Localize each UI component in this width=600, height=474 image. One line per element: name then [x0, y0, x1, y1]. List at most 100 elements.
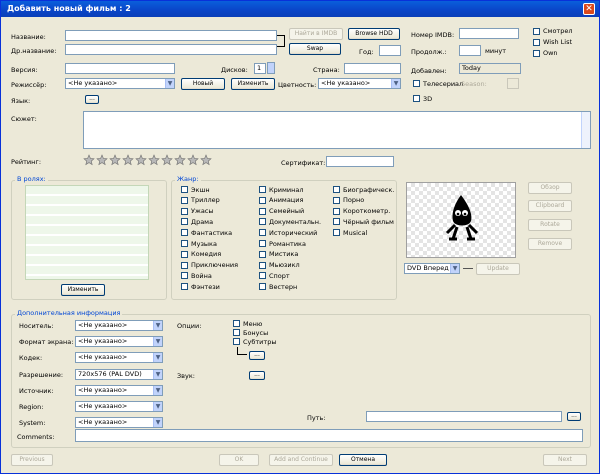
- extra-field-select[interactable]: <Не указано> ▼: [75, 401, 163, 412]
- comments-input[interactable]: [75, 429, 583, 442]
- genre-checkbox[interactable]: [333, 186, 340, 193]
- duration-input[interactable]: [459, 45, 481, 56]
- genre-checkbox[interactable]: [259, 283, 266, 291]
- star-icon[interactable]: [109, 154, 121, 166]
- browse-hdd-button[interactable]: Browse HDD: [348, 28, 400, 40]
- extra-field-select[interactable]: <Не указано> ▼: [75, 352, 163, 364]
- genre-checkbox[interactable]: [259, 207, 266, 215]
- genre-checkbox[interactable]: [333, 229, 340, 237]
- orig-title-input[interactable]: [65, 44, 277, 55]
- genre-checkbox[interactable]: [181, 250, 188, 258]
- lang-more-button[interactable]: ...: [85, 95, 99, 104]
- plot-textarea[interactable]: [83, 111, 591, 149]
- season-input[interactable]: [507, 78, 519, 89]
- color-select[interactable]: <Не указано> ▼: [318, 78, 401, 89]
- chevron-down-icon[interactable]: ▼: [153, 337, 162, 347]
- director-select[interactable]: <Не указано> ▼: [65, 78, 175, 89]
- star-icon[interactable]: [83, 154, 95, 166]
- genre-checkbox[interactable]: [181, 272, 188, 280]
- rating-stars[interactable]: [83, 154, 212, 166]
- year-input[interactable]: [379, 45, 401, 56]
- title-input[interactable]: [65, 30, 277, 41]
- star-icon[interactable]: [161, 154, 173, 166]
- ok-button[interactable]: OK: [219, 454, 259, 466]
- close-icon[interactable]: ✕: [583, 3, 595, 15]
- genre-checkbox[interactable]: [181, 283, 188, 291]
- chevron-down-icon[interactable]: ▼: [153, 369, 162, 379]
- genre-checkbox[interactable]: [181, 240, 188, 247]
- genre-checkbox[interactable]: [333, 207, 340, 215]
- option-menu-checkbox[interactable]: [233, 320, 240, 327]
- chevron-down-icon[interactable]: ▼: [165, 79, 174, 88]
- version-input[interactable]: [65, 63, 175, 74]
- roles-list[interactable]: [25, 185, 149, 280]
- genre-checkbox[interactable]: [333, 218, 340, 226]
- sound-more-button[interactable]: ...: [249, 371, 265, 380]
- extra-field-select[interactable]: <Не указано> ▼: [75, 336, 163, 348]
- chevron-down-icon[interactable]: ▼: [153, 353, 162, 363]
- genre-checkbox[interactable]: [259, 186, 266, 193]
- genre-checkbox[interactable]: [259, 196, 266, 204]
- new-director-button[interactable]: Новый: [181, 78, 225, 90]
- plot-scrollbar[interactable]: [581, 112, 590, 148]
- cancel-button[interactable]: Отмена: [339, 454, 387, 466]
- path-browse-button[interactable]: ...: [567, 412, 581, 421]
- chevron-down-icon[interactable]: ▼: [450, 264, 459, 273]
- genre-checkbox[interactable]: [259, 218, 266, 226]
- star-icon[interactable]: [187, 154, 199, 166]
- clipboard-button[interactable]: Clipboard: [528, 200, 572, 212]
- wishlist-checkbox[interactable]: [533, 39, 540, 46]
- genre-checkbox[interactable]: [181, 196, 188, 204]
- country-input[interactable]: [344, 63, 401, 74]
- roles-change-button[interactable]: Изменить: [61, 284, 105, 296]
- genre-checkbox[interactable]: [259, 272, 266, 280]
- change-director-button[interactable]: Изменить: [231, 78, 275, 90]
- chevron-down-icon[interactable]: ▼: [153, 418, 162, 428]
- discs-spinner[interactable]: [267, 62, 275, 74]
- chevron-down-icon[interactable]: ▼: [391, 79, 400, 88]
- discs-input[interactable]: 1: [254, 63, 266, 74]
- genre-checkbox[interactable]: [181, 229, 188, 237]
- path-input[interactable]: [366, 411, 562, 422]
- next-button[interactable]: Next: [543, 454, 587, 466]
- previous-button[interactable]: Previous: [11, 454, 53, 466]
- tvseries-checkbox[interactable]: [413, 80, 420, 87]
- chevron-down-icon[interactable]: ▼: [153, 321, 162, 330]
- cover-image[interactable]: [406, 182, 516, 258]
- star-icon[interactable]: [148, 154, 160, 166]
- option-subtitles-checkbox[interactable]: [233, 338, 240, 345]
- own-checkbox[interactable]: [533, 50, 540, 57]
- genre-checkbox[interactable]: [259, 250, 266, 258]
- watched-checkbox[interactable]: [533, 28, 540, 35]
- star-icon[interactable]: [200, 154, 212, 166]
- remove-image-button[interactable]: Remove: [528, 238, 572, 250]
- image-source-select[interactable]: DVD Вперед ▼: [404, 263, 460, 274]
- browse-image-button[interactable]: Обзор: [528, 182, 572, 194]
- imdb-search-button[interactable]: Найти в IMDB: [289, 28, 343, 40]
- update-image-button[interactable]: Update: [476, 263, 520, 275]
- genre-checkbox[interactable]: [181, 207, 188, 215]
- star-icon[interactable]: [174, 154, 186, 166]
- genre-checkbox[interactable]: [333, 196, 340, 204]
- star-icon[interactable]: [135, 154, 147, 166]
- extra-field-select[interactable]: <Не указано> ▼: [75, 320, 163, 331]
- option-bonus-checkbox[interactable]: [233, 329, 240, 336]
- rotate-button[interactable]: Rotate: [528, 219, 572, 231]
- star-icon[interactable]: [122, 154, 134, 166]
- certificate-input[interactable]: [326, 156, 394, 167]
- add-continue-button[interactable]: Add and Continue: [269, 454, 333, 466]
- chevron-down-icon[interactable]: ▼: [153, 385, 162, 395]
- genre-checkbox[interactable]: [181, 218, 188, 226]
- genre-checkbox[interactable]: [181, 261, 188, 269]
- chevron-down-icon[interactable]: ▼: [153, 402, 162, 411]
- subtitles-more-button[interactable]: ...: [249, 351, 265, 360]
- imdb-number-input[interactable]: [459, 28, 519, 39]
- extra-field-select[interactable]: <Не указано> ▼: [75, 384, 163, 396]
- genre-checkbox[interactable]: [259, 261, 266, 269]
- genre-checkbox[interactable]: [259, 240, 266, 247]
- extra-field-select[interactable]: 720x576 (PAL DVD) ▼: [75, 368, 163, 380]
- genre-checkbox[interactable]: [259, 229, 266, 237]
- star-icon[interactable]: [96, 154, 108, 166]
- 3d-checkbox[interactable]: [413, 95, 420, 102]
- swap-button[interactable]: Swap: [289, 43, 341, 55]
